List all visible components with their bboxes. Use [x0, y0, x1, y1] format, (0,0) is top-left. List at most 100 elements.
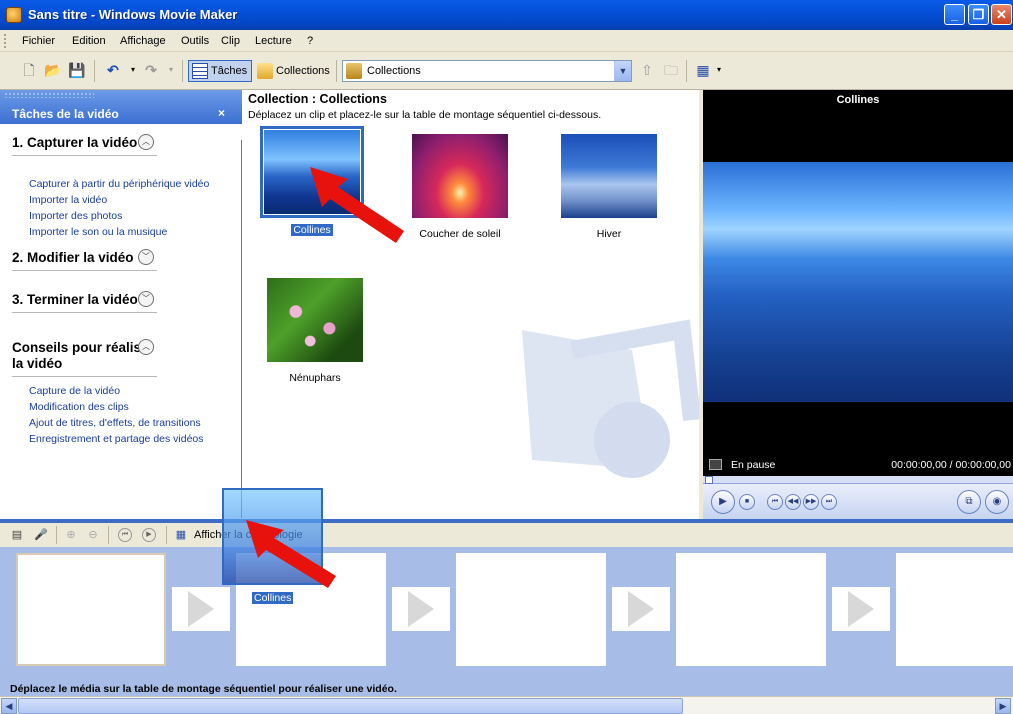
playback-status: En pause 00:00:00,00 / 00:00:00,00 [703, 454, 1013, 476]
undo-dropdown-icon[interactable]: ▾ [124, 61, 142, 79]
red-arrow-icon [246, 520, 336, 588]
zoom-in-icon[interactable]: ⊕ [64, 528, 78, 542]
transition-arrow-icon [628, 591, 654, 627]
storyboard-slot[interactable] [456, 553, 606, 666]
link-importer-son[interactable]: Importer le son ou la musique [29, 226, 167, 238]
transition-slot[interactable] [832, 587, 890, 631]
redo-icon[interactable]: ↷ [142, 61, 160, 79]
storyboard[interactable] [0, 547, 1013, 683]
link-capture-video[interactable]: Capture de la vidéo [29, 385, 120, 397]
seek-bar[interactable] [703, 476, 1013, 484]
taches-button[interactable]: Tâches [188, 60, 253, 82]
link-importer-photos[interactable]: Importer des photos [29, 210, 122, 222]
close-button[interactable]: ✕ [991, 4, 1012, 25]
playback-controls: ▶ ■ ⏮ ◀◀ ▶▶ ⏭ ⧉ ◉ [703, 484, 1013, 520]
collections-label: Collections [276, 65, 330, 77]
storyboard-slot[interactable] [16, 553, 166, 666]
menu-bar: Fichier Edition Affichage Outils Clip Le… [0, 30, 1013, 52]
preview-screen [703, 110, 1013, 454]
link-importer-video[interactable]: Importer la vidéo [29, 194, 107, 206]
chevron-down-icon[interactable]: ﹀ [138, 291, 154, 307]
storyboard-slot[interactable] [896, 553, 1013, 666]
chevron-up-icon[interactable]: ︿ [138, 134, 154, 150]
narration-icon[interactable]: 🎤 [34, 528, 48, 542]
redo-dropdown-icon[interactable]: ▾ [162, 61, 180, 79]
movie-maker-icon [6, 7, 22, 23]
transition-slot[interactable] [172, 587, 230, 631]
previous-icon[interactable]: ⏮ [767, 494, 783, 510]
storyboard-view-icon[interactable]: ▤ [10, 528, 24, 542]
rewind-icon[interactable]: ◀◀ [785, 494, 801, 510]
new-project-icon[interactable]: 🗋 [20, 61, 38, 79]
clip-label: Coucher de soleil [419, 228, 501, 240]
snapshot-icon[interactable]: ◉ [985, 490, 1009, 514]
link-enregistrement[interactable]: Enregistrement et partage des vidéos [29, 433, 204, 445]
clip-thumbnail[interactable] [412, 134, 508, 218]
monitor-icon [709, 459, 722, 470]
next-icon[interactable]: ⏭ [821, 494, 837, 510]
menu-edition[interactable]: Edition [72, 35, 106, 47]
collections-button[interactable]: Collections [253, 60, 335, 82]
transition-slot[interactable] [612, 587, 670, 631]
section-modifier[interactable]: 2. Modifier la vidéo [12, 250, 157, 271]
storyboard-slot[interactable] [676, 553, 826, 666]
open-project-icon[interactable]: 📂 [44, 61, 62, 79]
collection-pane: Collection : Collections Déplacez un cli… [242, 90, 699, 520]
window-title: Sans titre - Windows Movie Maker [28, 7, 238, 22]
chevron-down-icon[interactable]: ▼ [614, 61, 631, 81]
transition-arrow-icon [848, 591, 874, 627]
clip-nenuphars[interactable]: Nénuphars [260, 278, 370, 384]
chevron-down-icon[interactable]: ﹀ [138, 249, 154, 265]
forward-icon[interactable]: ▶▶ [803, 494, 819, 510]
collection-description: Déplacez un clip et placez-le sur la tab… [248, 109, 602, 121]
scroll-right-icon[interactable]: ▶ [995, 698, 1011, 714]
link-modification-clips[interactable]: Modification des clips [29, 401, 129, 413]
clip-coucher-de-soleil[interactable]: Coucher de soleil [405, 134, 515, 240]
menu-lecture[interactable]: Lecture [255, 35, 292, 47]
task-pane-title: Tâches de la vidéo [12, 107, 119, 121]
collection-select[interactable]: Collections ▼ [342, 60, 632, 82]
collection-title: Collection : Collections [248, 92, 387, 106]
horizontal-scrollbar[interactable]: ◀ ▶ [0, 696, 1013, 714]
section-conseils[interactable]: Conseils pour réaliser la vidéo [12, 340, 157, 377]
transition-slot[interactable] [392, 587, 450, 631]
restore-button[interactable]: ❐ [968, 4, 989, 25]
scroll-left-icon[interactable]: ◀ [1, 698, 17, 714]
stop-icon[interactable]: ■ [739, 494, 755, 510]
timeline-icon[interactable]: ▦ [174, 528, 188, 542]
save-project-icon[interactable]: 💾 [68, 61, 86, 79]
clip-hiver[interactable]: Hiver [554, 134, 664, 240]
section-terminer[interactable]: 3. Terminer la vidéo [12, 292, 157, 313]
task-pane-close-icon[interactable]: × [218, 106, 225, 120]
minimize-button[interactable]: _ [944, 4, 965, 25]
play-storyboard-icon[interactable]: ▶ [142, 528, 156, 542]
new-folder-icon[interactable]: 🗀 [662, 61, 680, 79]
link-ajout-titres[interactable]: Ajout de titres, d'effets, de transition… [29, 417, 201, 429]
section-capturer[interactable]: 1. Capturer la vidéo [12, 135, 157, 156]
menu-affichage[interactable]: Affichage [120, 35, 166, 47]
undo-icon[interactable]: ↶ [104, 61, 122, 79]
link-capturer-peripherique[interactable]: Capturer à partir du périphérique vidéo [29, 178, 209, 190]
up-folder-icon[interactable]: ⇧ [638, 61, 656, 79]
clip-thumbnail[interactable] [561, 134, 657, 218]
seek-handle[interactable] [705, 476, 713, 484]
task-pane-header: Tâches de la vidéo × [0, 90, 242, 124]
zoom-out-icon[interactable]: ⊖ [86, 528, 100, 542]
menu-help[interactable]: ? [307, 35, 313, 47]
clip-thumbnail[interactable] [267, 278, 363, 362]
play-icon[interactable]: ▶ [711, 490, 735, 514]
toolbar: 🗋 📂 💾 ↶ ▾ ↷ ▾ Tâches Collections Collect… [0, 52, 1013, 90]
clip-label: Nénuphars [289, 372, 341, 384]
split-clip-icon[interactable]: ⧉ [957, 490, 981, 514]
menu-outils[interactable]: Outils [181, 35, 209, 47]
rewind-storyboard-icon[interactable]: ⏮ [118, 528, 132, 542]
menu-clip[interactable]: Clip [221, 35, 240, 47]
toolbar-separator [686, 60, 687, 82]
transition-arrow-icon [188, 591, 214, 627]
scroll-thumb[interactable] [18, 698, 683, 714]
chevron-up-icon[interactable]: ︿ [138, 339, 154, 355]
view-dropdown-icon[interactable]: ▾ [710, 61, 728, 79]
movie-maker-watermark-icon [522, 319, 699, 478]
menu-fichier[interactable]: Fichier [22, 35, 55, 47]
clip-label: Hiver [596, 228, 622, 240]
